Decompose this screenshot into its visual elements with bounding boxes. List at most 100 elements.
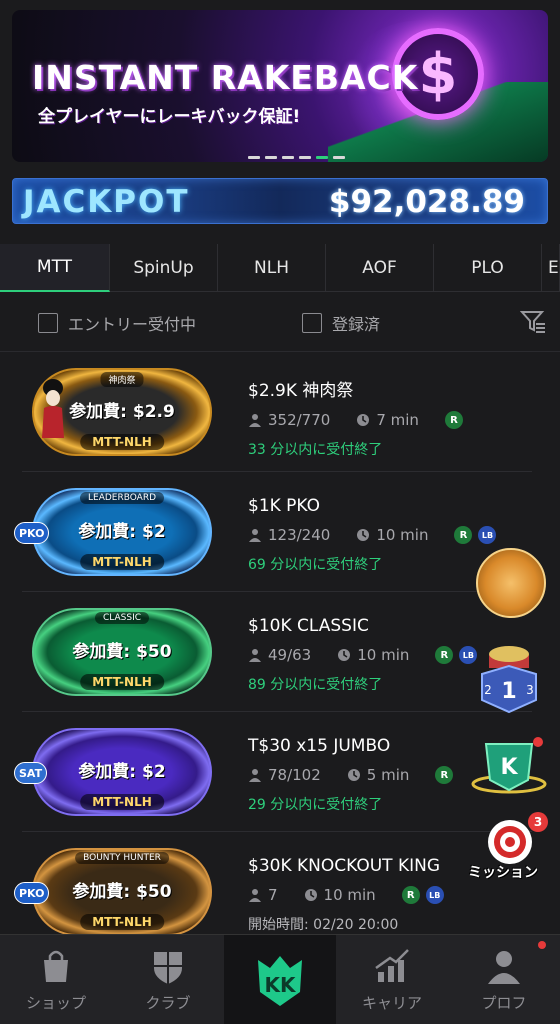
nav-profile[interactable]: プロフ — [448, 935, 560, 1024]
clock-icon — [304, 889, 317, 901]
game-type-tabs: MTT SpinUp NLH AOF PLO E — [0, 244, 560, 292]
mission-count-badge: 3 — [528, 812, 548, 832]
clock-icon — [357, 414, 370, 426]
ticket-top-tag: 神肉祭 — [100, 372, 144, 387]
club-shield-icon — [154, 952, 182, 984]
player-count: 7 — [268, 886, 278, 904]
checkbox-box[interactable] — [38, 313, 58, 333]
checkbox-box[interactable] — [302, 313, 322, 333]
ticket-top-tag: LEADERBOARD — [79, 492, 165, 504]
tournament-ticket[interactable]: 参加費: $2 MTT-NLH — [32, 728, 212, 816]
shop-bag-icon — [44, 950, 68, 982]
tournament-ticket[interactable]: 神肉祭 参加費: $2.9 MTT-NLH — [32, 368, 212, 456]
tab-spinup[interactable]: SpinUp — [110, 244, 218, 292]
notification-dot — [538, 941, 546, 949]
ticket-top-tag: BOUNTY HUNTER — [75, 852, 169, 864]
tournament-ticket[interactable]: CLASSIC 参加費: $50 MTT-NLH — [32, 608, 212, 696]
player-count: 352/770 — [268, 411, 331, 429]
jackpot-bar[interactable]: JACKPOT $92,028.89 — [12, 178, 548, 224]
rebuy-badge: R — [454, 526, 473, 544]
tournament-ticket[interactable]: LEADERBOARD 参加費: $2 MTT-NLH — [32, 488, 212, 576]
player-count: 78/102 — [268, 766, 321, 784]
game-type-tag: MTT-NLH — [80, 794, 164, 810]
player-icon — [249, 414, 261, 427]
nav-career[interactable]: キャリア — [336, 935, 448, 1024]
player-count: 123/240 — [268, 526, 331, 544]
registered-checkbox[interactable]: 登録済 — [302, 311, 380, 335]
cocktail-event-icon[interactable] — [476, 548, 546, 618]
tab-mtt[interactable]: MTT — [0, 244, 110, 292]
pagination-dot[interactable] — [333, 156, 345, 159]
tab-aof[interactable]: AOF — [326, 244, 434, 292]
registration-close-text: 33 分以内に受付終了 — [248, 442, 383, 458]
pko-badge: PKO — [14, 882, 50, 904]
banner-subtitle: 全プレイヤーにレーキバック保証! — [38, 107, 301, 127]
kk-logo-icon: KK — [258, 955, 302, 1006]
game-type-tag: MTT-NLH — [80, 914, 164, 930]
pagination-dot[interactable] — [299, 156, 311, 159]
game-type-tag: MTT-NLH — [80, 434, 164, 450]
game-type-tag: MTT-NLH — [80, 674, 164, 690]
tournament-title: $1K PKO — [248, 496, 321, 516]
tournament-row[interactable]: LEADERBOARD 参加費: $2 MTT-NLH PKO $1K PKO … — [14, 472, 532, 592]
rebuy-badge: R — [435, 646, 454, 664]
blind-time: 7 min — [376, 411, 419, 429]
tournament-meta: 352/770 7 min R — [248, 411, 532, 429]
blind-time: 10 min — [376, 526, 429, 544]
tab-plo[interactable]: PLO — [434, 244, 542, 292]
player-icon — [249, 769, 261, 782]
svg-text:2: 2 — [484, 683, 492, 697]
ticket-top-tag: CLASSIC — [94, 612, 150, 624]
tournament-row[interactable]: 神肉祭 参加費: $2.9 MTT-NLH $2.9K 神肉祭 352/770 … — [22, 352, 532, 472]
registered-label: 登録済 — [332, 315, 381, 334]
sat-badge: SAT — [14, 762, 48, 784]
pagination-dot[interactable] — [282, 156, 294, 159]
nav-label: クラブ — [145, 994, 191, 1012]
entry-fee: 参加費: $50 — [72, 641, 172, 662]
player-icon — [249, 529, 261, 542]
svg-text:K: K — [500, 755, 518, 780]
geisha-icon — [42, 379, 64, 438]
tournament-meta: 7 10 min R LB — [248, 886, 532, 904]
player-icon — [249, 649, 261, 662]
rebuy-badge: R — [444, 411, 463, 429]
filter-bar: エントリー受付中 登録済 — [0, 292, 560, 352]
tab-nlh[interactable]: NLH — [218, 244, 326, 292]
pko-badge: PKO — [14, 522, 50, 544]
blind-time: 10 min — [357, 646, 410, 664]
nav-label: キャリア — [361, 994, 422, 1012]
promo-banner[interactable]: $ INSTANT RAKEBACK 全プレイヤーにレーキバック保証! — [12, 10, 548, 162]
rebuy-badge: R — [401, 886, 420, 904]
nav-shop[interactable]: ショップ — [0, 935, 112, 1024]
nav-label: プロフ — [481, 994, 527, 1012]
mission-button[interactable]: 3 ミッション — [466, 812, 554, 888]
tournament-info: $2.9K 神肉祭 352/770 7 min R 33 分以内に受付終了 — [248, 376, 532, 459]
leaderboard-badge: LB — [478, 526, 497, 544]
blind-time: 10 min — [323, 886, 376, 904]
blind-time: 5 min — [366, 766, 410, 784]
pagination-dot[interactable] — [248, 156, 260, 159]
pagination-dot-active[interactable] — [316, 156, 328, 159]
pagination-dot[interactable] — [265, 156, 277, 159]
bottom-navigation: ショップ クラブ KK キャリア プロフ — [0, 934, 560, 1024]
tournament-ticket[interactable]: BOUNTY HUNTER 参加費: $50 MTT-NLH — [32, 848, 212, 936]
entry-open-checkbox[interactable]: エントリー受付中 — [38, 311, 196, 335]
tab-more[interactable]: E — [542, 244, 560, 292]
filter-icon[interactable] — [520, 308, 546, 334]
tournament-row[interactable]: CLASSIC 参加費: $50 MTT-NLH $10K CLASSIC 49… — [22, 592, 532, 712]
profile-icon — [488, 951, 520, 984]
mission-label: ミッション — [468, 865, 538, 881]
clock-icon — [338, 649, 351, 661]
career-chart-icon — [375, 949, 409, 982]
nav-label: ショップ — [25, 994, 86, 1012]
kk-club-icon[interactable]: K — [470, 734, 548, 800]
tournament-row[interactable]: 参加費: $2 MTT-NLH SAT T$30 x15 JUMBO 78/10… — [14, 712, 532, 832]
entry-fee: 参加費: $2 — [78, 521, 166, 542]
nav-home[interactable]: KK — [224, 935, 336, 1024]
tournament-title: $2.9K 神肉祭 — [248, 381, 354, 401]
game-type-tag: MTT-NLH — [80, 554, 164, 570]
svg-text:3: 3 — [526, 683, 534, 697]
chips-ranking-icon[interactable]: 1 2 3 — [474, 640, 544, 714]
player-icon — [249, 889, 261, 902]
nav-club[interactable]: クラブ — [112, 935, 224, 1024]
